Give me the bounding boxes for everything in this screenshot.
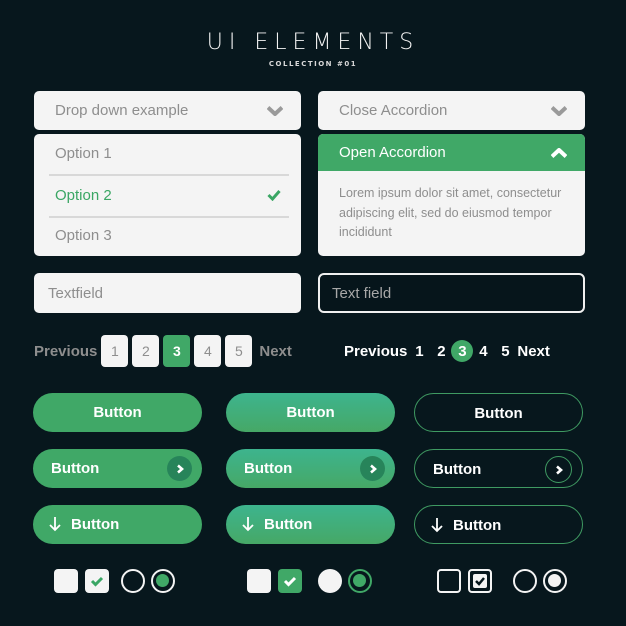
radio-light-selected[interactable] — [151, 569, 175, 593]
checkbox-outline-unchecked[interactable] — [437, 569, 461, 593]
page-4-link[interactable]: 4 — [473, 343, 493, 360]
textfield-dark-input[interactable] — [320, 275, 583, 311]
checkmark-icon — [267, 190, 281, 201]
solid-button[interactable]: Button — [33, 393, 202, 432]
option-label: Option 3 — [55, 227, 112, 244]
radio-dot — [156, 574, 169, 587]
checkbox-fill — [473, 574, 487, 588]
page-subtitle: COLLECTION #01 — [268, 60, 358, 68]
page-5-button[interactable]: 5 — [225, 335, 253, 367]
page-2-button[interactable]: 2 — [132, 335, 160, 367]
arrow-down-icon — [431, 518, 443, 533]
chevron-down-icon — [267, 105, 283, 116]
dropdown-label: Drop down example — [55, 102, 189, 119]
page-4-button[interactable]: 4 — [194, 335, 222, 367]
checkbox-green-unchecked[interactable] — [247, 569, 271, 593]
gradient-button[interactable]: Button — [226, 393, 395, 432]
arrow-down-icon — [49, 517, 61, 532]
button-label: Button — [286, 404, 335, 421]
textfield-light-input[interactable] — [34, 273, 301, 313]
page-1-button[interactable]: 1 — [101, 335, 129, 367]
page-5-link[interactable]: 5 — [495, 343, 515, 360]
page-2-link[interactable]: 2 — [431, 343, 451, 360]
checkmark-icon — [283, 576, 297, 587]
dropdown-option-2[interactable]: Option 2 — [49, 176, 289, 218]
option-label: Option 1 — [55, 145, 112, 162]
checkbox-outline-checked[interactable] — [468, 569, 492, 593]
accordion-open-label: Open Accordion — [339, 144, 446, 161]
button-label: Button — [244, 460, 293, 477]
accordion-open: Open Accordion Lorem ipsum dolor sit ame… — [318, 134, 585, 256]
solid-arrow-button[interactable]: Button — [33, 449, 202, 488]
pagination-boxed: Previous 1 2 3 4 5 Next — [34, 334, 292, 368]
page-3-button[interactable]: 3 — [163, 335, 191, 367]
radio-outline-selected[interactable] — [543, 569, 567, 593]
checkmark-icon — [475, 577, 485, 586]
dropdown-option-1[interactable]: Option 1 — [49, 134, 289, 176]
pagination-plain: Previous 1 2 3 4 5 Next — [344, 339, 550, 363]
radio-light-unselected[interactable] — [121, 569, 145, 593]
radio-green-unselected[interactable] — [318, 569, 342, 593]
checkbox-light-checked[interactable] — [85, 569, 109, 593]
radio-green-selected[interactable] — [348, 569, 372, 593]
pagination-next[interactable]: Next — [517, 343, 550, 360]
checkbox-light-unchecked[interactable] — [54, 569, 78, 593]
gradient-arrow-button[interactable]: Button — [226, 449, 395, 488]
outline-download-button[interactable]: Button — [414, 505, 583, 544]
checkmark-icon — [90, 576, 104, 587]
option-label: Option 2 — [55, 187, 112, 204]
chevron-right-icon — [167, 456, 192, 481]
pagination-next[interactable]: Next — [259, 343, 292, 360]
chevron-down-icon — [551, 105, 567, 116]
gradient-download-button[interactable]: Button — [226, 505, 395, 544]
textfield-light — [34, 273, 301, 313]
accordion-closed-label: Close Accordion — [339, 102, 448, 119]
page-1-link[interactable]: 1 — [409, 343, 429, 360]
arrow-down-icon — [242, 517, 254, 532]
radio-dot — [548, 574, 561, 587]
button-label: Button — [93, 404, 142, 421]
accordion-closed[interactable]: Close Accordion — [318, 91, 585, 130]
page-title: UI ELEMENTS — [206, 30, 420, 55]
pagination-previous[interactable]: Previous — [344, 343, 407, 360]
accordion-open-header[interactable]: Open Accordion — [318, 134, 585, 171]
button-label: Button — [453, 517, 502, 534]
button-label: Button — [433, 461, 482, 478]
chevron-right-icon — [545, 456, 572, 483]
page-3-link[interactable]: 3 — [451, 340, 474, 362]
dropdown-option-3[interactable]: Option 3 — [49, 216, 289, 256]
solid-download-button[interactable]: Button — [33, 505, 202, 544]
button-label: Button — [51, 460, 100, 477]
chevron-right-icon — [360, 456, 385, 481]
outline-arrow-button[interactable]: Button — [414, 449, 583, 488]
radio-dot — [353, 574, 366, 587]
checkbox-green-checked[interactable] — [278, 569, 302, 593]
button-label: Button — [264, 516, 313, 533]
pagination-previous[interactable]: Previous — [34, 343, 97, 360]
chevron-up-icon — [551, 147, 567, 158]
dropdown-menu: Option 1 Option 2 Option 3 — [34, 134, 301, 256]
radio-outline-unselected[interactable] — [513, 569, 537, 593]
button-label: Button — [71, 516, 120, 533]
accordion-body: Lorem ipsum dolor sit amet, consectetur … — [339, 186, 562, 239]
outline-button[interactable]: Button — [414, 393, 583, 432]
dropdown-trigger[interactable]: Drop down example — [34, 91, 301, 130]
textfield-dark — [318, 273, 585, 313]
button-label: Button — [474, 405, 523, 422]
